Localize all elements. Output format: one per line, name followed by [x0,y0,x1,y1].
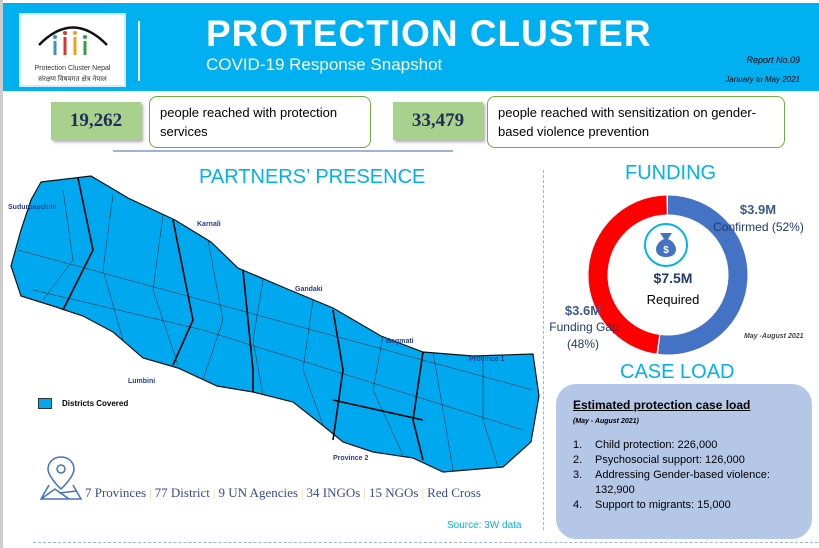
divider [138,21,140,81]
partners-un-agencies: 9 UN Agencies [218,485,298,500]
stat-value: 19,262 [51,102,141,140]
province-label: Lumbini [128,378,156,385]
funding-confirmed-value: $3.9M [739,202,777,217]
funding-required-value: $7.5M [653,270,693,286]
partners-ngos: 15 NGOs [368,485,419,500]
partners-ingos: 34 INGOs [306,485,361,500]
province-label: Gandaki [295,286,323,293]
source-note: Source: 3W data [447,520,522,531]
province-label: Bagmati [386,338,414,345]
province-label: Sudurpaschim [8,204,57,211]
page-subtitle: COVID-19 Response Snapshot [206,55,443,74]
stat-text: people reached with sensitization on gen… [487,96,785,148]
legend-label: Districts Covered [62,399,129,408]
funding-title: FUNDING [625,162,717,184]
map-districts-covered [10,175,540,473]
list-item: 3. Addressing Gender-based violence: 132,… [573,469,770,496]
nepal-map [10,175,540,473]
divider [543,170,544,530]
stat-value: 33,479 [393,102,483,140]
caseload-list: 1. Child protection: 226,000 2. Psychosoci… [573,438,795,513]
caseload-period: (May - August 2021) [573,418,639,425]
page-title: PROTECTION CLUSTER [206,13,652,54]
report-number: Report No.09 [746,55,800,65]
partners-provinces: 7 Provinces [85,485,147,500]
svg-text:$: $ [663,245,669,256]
caseload-title: CASE LOAD [620,361,735,383]
caseload-box: Estimated protection case load (May - Au… [556,384,812,539]
province-label: Karnali [197,221,221,228]
caseload-box-title: Estimated protection case load [573,398,751,412]
partners-summary: 7 Provinces | 77 District | 9 UN Agencies |… [39,455,481,501]
divider [113,150,453,152]
funding-required-label: Required [646,292,700,307]
funding-confirmed-label: Confirmed (52%) [713,220,804,234]
partners-districts: 77 District [154,485,210,500]
list-item: 4. Support to migrants: 15,000 [573,499,731,511]
map-pin-icon [39,456,83,500]
list-item: 2. Psychosocial support: 126,000 [573,454,745,466]
funding-gap-pct: (48%) [566,337,599,351]
list-item: 1. Child protection: 226,000 [573,439,718,451]
funding-period: May -August 2021 [744,333,804,340]
logo-text: Protection Cluster Nepal [34,65,111,72]
map-legend: Districts Covered [38,398,128,409]
logo-people-icon [38,26,108,55]
header: Protection Cluster Nepal संरक्षण विषयगत … [3,3,819,91]
stat-text: people reached with protection services [149,96,371,148]
funding-gap-value: $3.6M [564,303,602,318]
logo: Protection Cluster Nepal संरक्षण विषयगत … [19,13,126,87]
report-period: January to May 2021 [725,75,800,84]
legend-swatch [38,398,52,409]
province-label: Province 1 [469,356,505,363]
divider [33,542,819,543]
funding-gap-label: Funding Gap [549,320,619,334]
partners-red-cross: Red Cross [427,485,481,500]
logo-text-nepali: संरक्षण विषयगत क्षेत्र नेपाल [38,76,107,83]
